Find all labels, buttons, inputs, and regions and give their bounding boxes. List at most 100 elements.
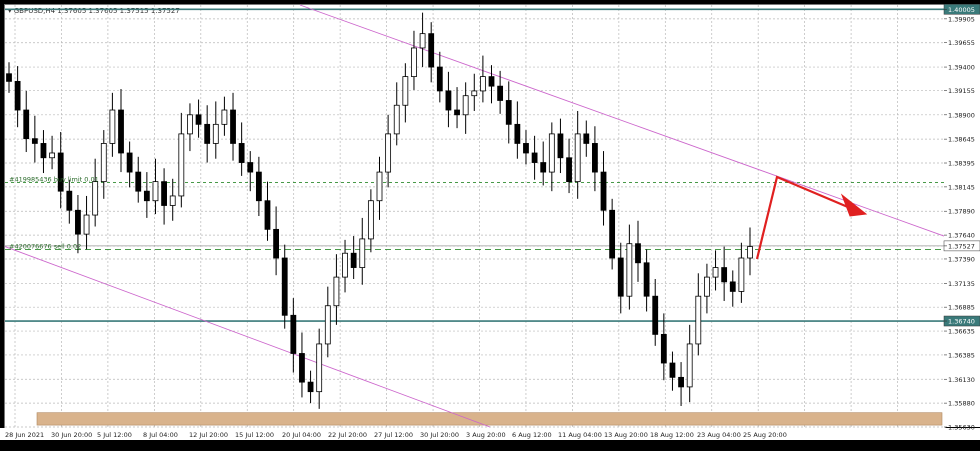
arrow-path	[755, 175, 863, 260]
candle-body	[729, 281, 736, 292]
x-tick-label: 5 Jul 12:00	[97, 431, 132, 439]
candle-body	[557, 133, 564, 159]
candle-body	[600, 171, 607, 211]
candle-body	[290, 314, 297, 354]
y-tick-label: 1.36635	[948, 328, 975, 336]
candle-body	[497, 85, 504, 101]
y-tick-label: 1.37135	[948, 280, 975, 288]
y-tick-label: 1.40005	[948, 6, 975, 14]
candle-body	[307, 381, 314, 393]
candle-body	[471, 90, 478, 97]
support-zone	[36, 412, 943, 426]
y-tick-label: 1.38395	[948, 160, 975, 168]
candle-body	[75, 209, 81, 235]
grid	[5, 5, 944, 428]
candle-body	[83, 214, 90, 235]
candle-body	[195, 114, 202, 125]
candle-body	[479, 76, 486, 92]
candle-body	[135, 171, 142, 192]
candle-body	[118, 109, 124, 154]
candle-body	[660, 333, 667, 364]
x-tick-label: 13 Aug 20:00	[604, 431, 648, 439]
x-tick-label: 22 Jul 20:00	[328, 431, 367, 439]
channel-lines	[4, 4, 945, 428]
candle-body	[238, 143, 245, 163]
candle-body	[419, 33, 426, 49]
candle-body	[686, 343, 693, 388]
order-label: #420076676 sell 0.02	[9, 242, 81, 250]
chart-svg: 1.400051.39905 1.39655 1.39400 1.39155 1.389…	[4, 4, 980, 439]
candle-body	[230, 109, 236, 144]
x-tick-label: 6 Aug 12:00	[512, 431, 552, 439]
y-tick-label: 1.37527	[948, 242, 975, 250]
candle-body	[299, 353, 305, 383]
candle-body	[126, 152, 133, 173]
candle-body	[445, 90, 452, 111]
candle-body	[609, 209, 616, 259]
candle-body	[747, 246, 753, 259]
candles	[6, 12, 753, 409]
candle-body	[721, 267, 728, 283]
candle-body	[152, 181, 159, 202]
y-tick-label: 1.37390	[948, 255, 975, 263]
candle-body	[49, 152, 55, 159]
x-tick-label: 20 Jul 04:00	[282, 431, 321, 439]
candle-body	[669, 362, 676, 378]
candle-body	[212, 123, 219, 144]
candle-body	[514, 123, 521, 144]
candle-body	[695, 295, 702, 345]
candle-body	[14, 80, 21, 111]
candle-body	[324, 305, 331, 345]
y-tick-label: 1.36130	[948, 376, 975, 384]
candle-body	[100, 143, 107, 183]
candle-body	[462, 95, 469, 116]
candle-body	[23, 109, 30, 140]
y-tick-label: 1.36385	[948, 351, 975, 359]
candle-body	[454, 109, 460, 116]
candle-body	[393, 104, 400, 135]
candle-body	[592, 143, 598, 173]
candle-body	[574, 133, 581, 183]
y-tick-labels: 1.400051.39905 1.39655 1.39400 1.39155 1.389…	[943, 4, 980, 432]
candle-body	[566, 157, 572, 183]
candle-body	[281, 257, 288, 316]
candle-body	[247, 162, 254, 173]
arrow-head	[840, 193, 868, 217]
candle-body	[488, 76, 495, 87]
candle-body	[40, 143, 47, 159]
x-tick-label: 3 Aug 20:00	[466, 431, 506, 439]
x-tick-label: 8 Jul 04:00	[143, 431, 178, 439]
price-levels	[5, 8, 944, 322]
candle-body	[143, 190, 150, 202]
candle-body	[273, 228, 280, 259]
x-tick-labels: 28 Jun 2021 30 Jun 20:00 5 Jul 12:00 8 Jul …	[5, 431, 787, 439]
candle-body	[626, 243, 633, 297]
candle-body	[333, 276, 340, 307]
candle-body	[6, 73, 12, 82]
candle-body	[376, 171, 383, 202]
x-tick-label: 30 Jun 20:00	[51, 431, 92, 439]
candle-body	[385, 133, 392, 173]
x-tick-label: 12 Jul 20:00	[189, 431, 228, 439]
candle-body	[540, 162, 547, 173]
x-tick-label: 30 Jul 20:00	[420, 431, 459, 439]
candle-body	[204, 123, 211, 144]
y-tick-label: 1.38645	[948, 136, 975, 144]
chart-window: ▾ GBPUSD,H4 1.37605 1.37605 1.37515 1.37…	[0, 0, 980, 451]
candle-body	[342, 252, 348, 278]
candle-body	[738, 257, 745, 292]
x-tick-label: 28 Jun 2021	[5, 431, 44, 439]
order-label: #419985436 buy limit 0.01	[9, 176, 99, 184]
x-tick-label: 15 Jul 12:00	[235, 431, 274, 439]
y-tick-label: 1.39905	[948, 15, 975, 23]
candle-body	[704, 276, 710, 297]
y-tick-label: 1.35630	[948, 424, 975, 432]
candle-body	[92, 181, 99, 216]
candle-body	[187, 114, 193, 135]
candle-body	[583, 133, 590, 144]
y-tick-label: 1.39400	[948, 64, 975, 72]
y-tick-label: 1.38900	[948, 111, 975, 119]
candle-body	[402, 76, 409, 106]
candle-body	[678, 376, 684, 388]
candle-body	[66, 190, 73, 211]
